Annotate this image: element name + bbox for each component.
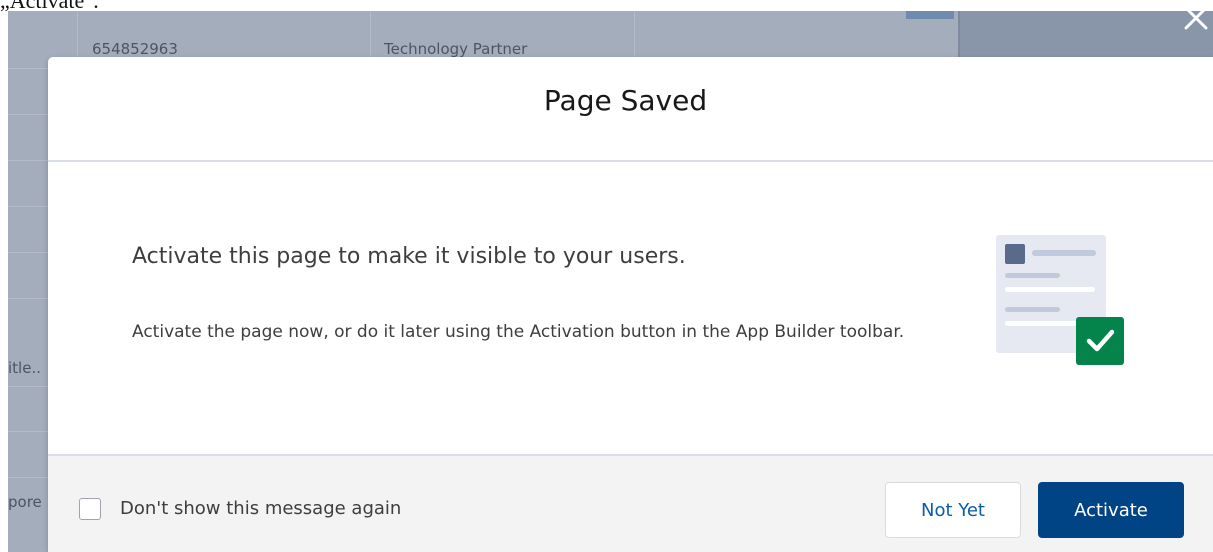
table-column-divider bbox=[77, 11, 78, 57]
table-cell: 654852963 bbox=[92, 40, 178, 58]
modal-heading: Activate this page to make it visible to… bbox=[132, 244, 686, 269]
table-cell-fragment: pore bbox=[8, 493, 42, 511]
table-column-divider bbox=[370, 11, 371, 57]
modal-header: Page Saved bbox=[48, 57, 1213, 162]
table-column-divider bbox=[634, 11, 635, 57]
modal-description: Activate the page now, or do it later us… bbox=[132, 322, 905, 342]
table-cell-fragment: itle.. bbox=[8, 359, 41, 377]
dont-show-again-label[interactable]: Don't show this message again bbox=[120, 498, 401, 519]
modal-title: Page Saved bbox=[543, 84, 708, 118]
dont-show-again-checkbox[interactable] bbox=[79, 498, 101, 520]
modal-body: Activate this page to make it visible to… bbox=[48, 162, 1213, 454]
background-tab-accent bbox=[906, 11, 954, 19]
activate-button[interactable]: Activate bbox=[1038, 482, 1184, 538]
caption-text: „Activate". bbox=[0, 0, 99, 13]
document-checkmark-icon bbox=[996, 235, 1124, 365]
table-cell: Technology Partner bbox=[384, 40, 528, 58]
modal-footer: Don't show this message again Not Yet Ac… bbox=[48, 454, 1213, 552]
page-saved-modal: Page Saved Activate this page to make it… bbox=[48, 57, 1213, 552]
close-icon[interactable] bbox=[1180, 2, 1210, 32]
not-yet-button[interactable]: Not Yet bbox=[885, 482, 1021, 538]
